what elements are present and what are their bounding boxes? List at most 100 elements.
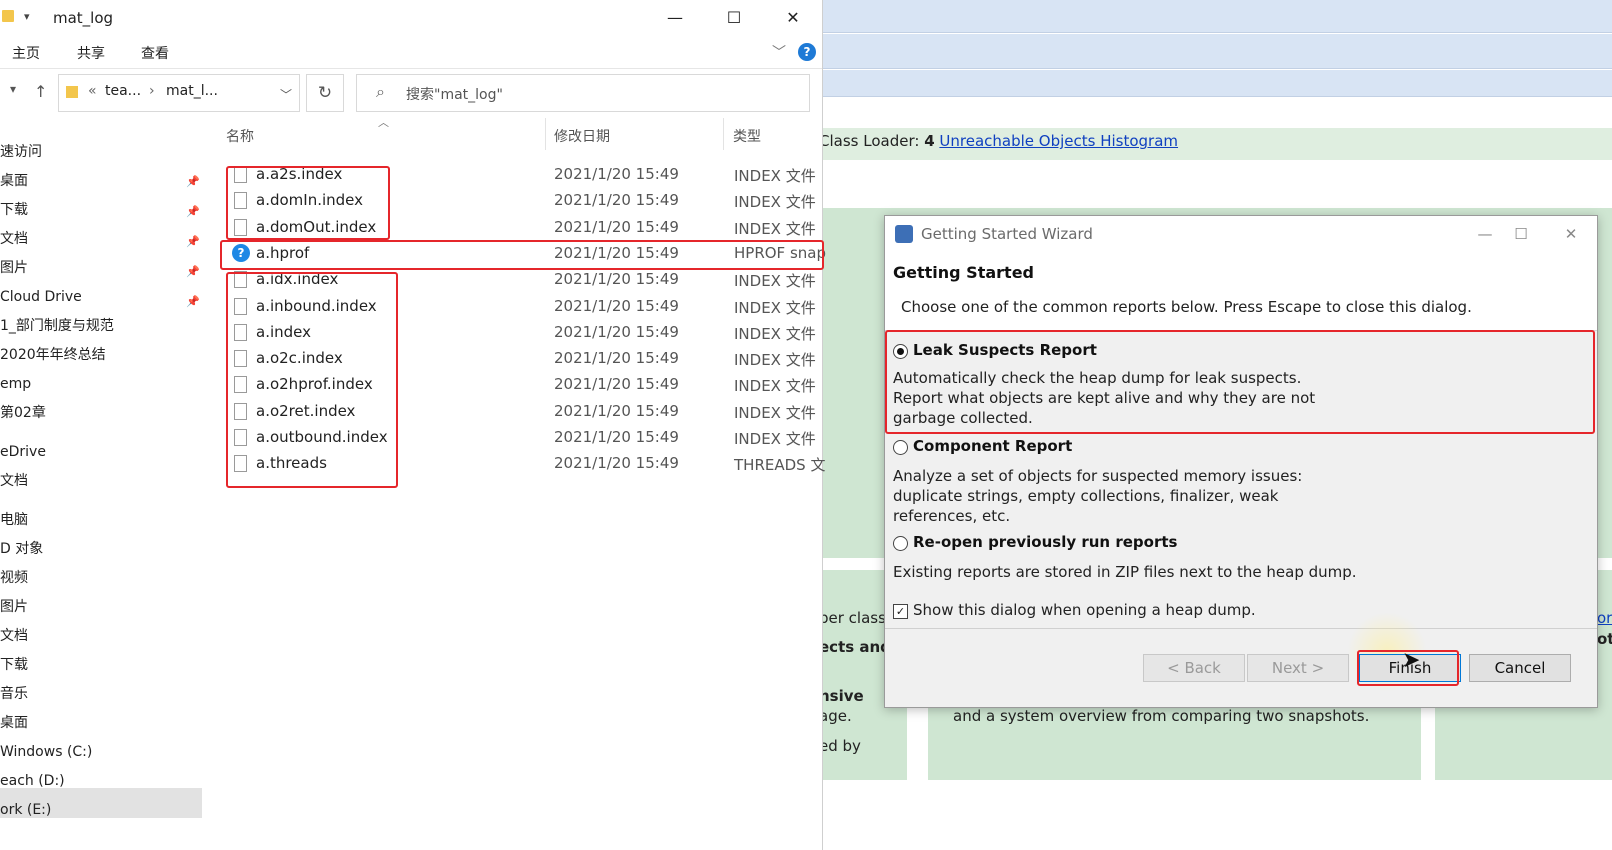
file-date: 2021/1/20 15:49 — [554, 165, 679, 183]
file-type: INDEX 文件 — [734, 219, 816, 238]
file-type: INDEX 文件 — [734, 193, 816, 212]
sidebar-item[interactable]: Windows (C:) — [0, 740, 92, 764]
file-date: 2021/1/20 15:49 — [554, 375, 679, 394]
file-type: INDEX 文件 — [734, 272, 816, 291]
ribbon-divider — [0, 68, 822, 69]
bg-link[interactable]: or — [1597, 609, 1612, 627]
column-divider[interactable] — [545, 118, 546, 150]
column-header-name[interactable]: 名称 — [226, 126, 254, 146]
close-button[interactable]: ✕ — [768, 4, 818, 32]
sidebar-item[interactable]: 1_部门制度与规范 — [0, 314, 114, 338]
reopen-reports-description: Existing reports are stored in ZIP files… — [893, 563, 1357, 581]
quick-access-dropdown-icon[interactable]: ▾ — [24, 10, 30, 23]
bg-text: and a system overview from comparing two… — [953, 707, 1370, 725]
search-icon: ⌕ — [376, 82, 385, 101]
recent-locations-icon[interactable]: ▾ — [10, 82, 16, 96]
bg-text: nsive — [823, 687, 864, 705]
sidebar-item[interactable]: 文档 — [0, 227, 28, 251]
sidebar-item[interactable]: ork (E:) — [0, 798, 51, 822]
bg-text: age. — [823, 707, 852, 725]
file-date: 2021/1/20 15:49 — [554, 349, 679, 368]
classloader-line: Class Loader: 4 Unreachable Objects Hist… — [823, 132, 1179, 150]
unreachable-histogram-link[interactable]: Unreachable Objects Histogram — [939, 132, 1178, 150]
column-header-date[interactable]: 修改日期 — [554, 126, 610, 146]
highlight-box — [885, 330, 1595, 434]
mat-toolbar-band — [823, 34, 1612, 69]
column-divider[interactable] — [723, 118, 724, 150]
ribbon-expand-icon[interactable]: ﹀ — [772, 42, 786, 62]
sidebar-item[interactable]: 视频 — [0, 566, 28, 590]
file-type: THREADS 文 — [734, 456, 826, 475]
window-title: mat_log — [53, 9, 114, 27]
sidebar-item[interactable]: 图片 — [0, 256, 28, 280]
folder-icon — [2, 10, 14, 22]
breadcrumb-item[interactable]: mat_l... — [166, 83, 218, 99]
file-date: 2021/1/20 15:49 — [554, 428, 679, 446]
file-type: INDEX 文件 — [734, 351, 816, 370]
tab-home[interactable]: 主页 — [12, 43, 40, 63]
breadcrumb-item[interactable]: tea... — [105, 83, 141, 99]
refresh-button[interactable]: ↻ — [306, 74, 344, 112]
sidebar-item[interactable]: 桌面 — [0, 711, 28, 735]
pin-icon[interactable]: 📌 — [186, 295, 200, 308]
bg-text: ot — [1597, 630, 1612, 648]
up-arrow-icon[interactable]: ↑ — [34, 82, 47, 101]
bg-text: ects and — [823, 638, 891, 656]
dialog-maximize-button[interactable]: ☐ — [1499, 220, 1543, 248]
sidebar-item[interactable]: 电脑 — [0, 508, 28, 532]
component-report-label[interactable]: Component Report — [913, 437, 1072, 455]
sidebar-item[interactable]: 第02章 — [0, 401, 46, 425]
sidebar-item[interactable]: 图片 — [0, 595, 28, 619]
tab-share[interactable]: 共享 — [77, 43, 105, 63]
next-button[interactable]: Next > — [1247, 654, 1349, 682]
file-type: INDEX 文件 — [734, 324, 816, 343]
sidebar-item[interactable]: each (D:) — [0, 769, 65, 793]
pin-icon[interactable]: 📌 — [186, 175, 200, 188]
maximize-button[interactable]: ☐ — [709, 4, 759, 32]
file-type: INDEX 文件 — [734, 403, 816, 422]
minimize-button[interactable]: — — [650, 4, 700, 32]
reopen-reports-radio[interactable] — [893, 536, 908, 551]
search-placeholder: 搜索"mat_log" — [406, 87, 503, 103]
file-type: INDEX 文件 — [734, 298, 816, 317]
dialog-title: Getting Started Wizard — [921, 225, 1093, 243]
file-date: 2021/1/20 15:49 — [554, 270, 679, 289]
dialog-close-button[interactable]: ✕ — [1549, 220, 1593, 248]
sidebar-item[interactable]: eDrive — [0, 440, 46, 464]
cancel-button[interactable]: Cancel — [1469, 654, 1571, 682]
sidebar-item[interactable]: 下载 — [0, 653, 28, 677]
getting-started-wizard-dialog: Getting Started Wizard — ☐ ✕ Getting Sta… — [884, 215, 1598, 708]
component-report-radio[interactable] — [893, 440, 908, 455]
back-button[interactable]: < Back — [1143, 654, 1245, 682]
sidebar-item[interactable]: 2020年年终总结 — [0, 343, 106, 367]
pin-icon[interactable]: 📌 — [186, 235, 200, 248]
file-date: 2021/1/20 15:49 — [554, 217, 679, 236]
bg-text: per class — [823, 609, 886, 627]
sidebar-item[interactable]: 文档 — [0, 469, 28, 493]
show-dialog-checkbox[interactable]: ✓ — [893, 604, 908, 619]
file-date: 2021/1/20 15:49 — [554, 191, 679, 210]
sidebar-item[interactable]: 桌面 — [0, 169, 28, 193]
sidebar-item[interactable]: 速访问 — [0, 140, 42, 164]
file-date: 2021/1/20 15:49 — [554, 322, 679, 341]
column-header-type[interactable]: 类型 — [733, 126, 761, 146]
pin-icon[interactable]: 📌 — [186, 265, 200, 278]
sidebar-item[interactable]: Cloud Drive — [0, 285, 82, 309]
bg-text: ed by — [823, 737, 861, 755]
sidebar-item[interactable]: 文档 — [0, 624, 28, 648]
dialog-heading: Getting Started — [893, 263, 1034, 282]
tab-view[interactable]: 查看 — [141, 43, 169, 63]
sort-ascending-icon: ︿ — [378, 116, 389, 129]
folder-icon — [66, 86, 78, 98]
sidebar-item[interactable]: 音乐 — [0, 682, 28, 706]
highlight-box — [226, 272, 398, 488]
breadcrumb-overflow[interactable]: « — [88, 83, 97, 99]
pin-icon[interactable]: 📌 — [186, 205, 200, 218]
sidebar-item[interactable]: D 对象 — [0, 537, 43, 561]
sidebar-item[interactable]: emp — [0, 372, 31, 396]
sidebar-item[interactable]: 下载 — [0, 198, 28, 222]
reopen-reports-label[interactable]: Re-open previously run reports — [913, 533, 1177, 551]
help-icon[interactable]: ? — [798, 43, 816, 61]
show-dialog-label[interactable]: Show this dialog when opening a heap dum… — [913, 600, 1256, 620]
chevron-down-icon[interactable]: ﹀ — [280, 86, 292, 103]
